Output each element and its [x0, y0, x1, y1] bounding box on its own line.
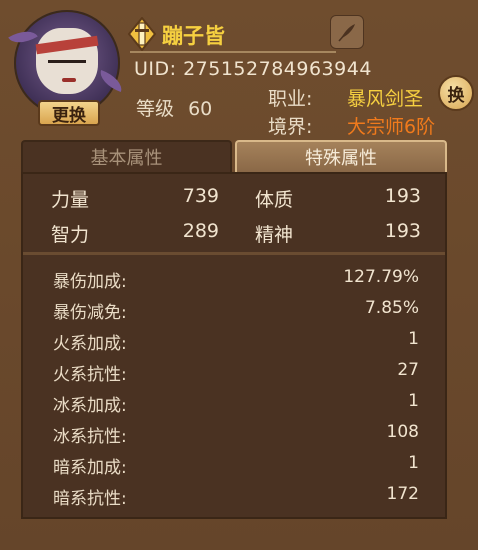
special-stat-value: 7.85% [364, 298, 419, 318]
swap-avatar-button[interactable]: 更换 [38, 100, 100, 126]
special-stat-label: 冰系加成: [53, 396, 127, 416]
special-stat-label: 火系抗性: [53, 365, 127, 385]
player-level: 等级 60 [136, 94, 212, 121]
core-stat-value: 739 [182, 185, 219, 207]
special-stat-value: 172 [386, 484, 419, 504]
player-name: 蹦子皆 [162, 24, 225, 48]
job-value: 暴风剑圣 [347, 88, 424, 110]
special-stat-label: 暴伤减免: [53, 303, 127, 323]
quill-icon [338, 24, 355, 42]
tab-special-attributes[interactable]: 特殊属性 [235, 140, 447, 172]
stats-divider [23, 252, 445, 255]
core-stat-label: 力量 [51, 189, 90, 211]
level-label: 等级 [136, 98, 175, 120]
realm-label: 境界: [268, 116, 313, 138]
change-job-button[interactable]: 换 [438, 75, 474, 111]
special-stat-label: 冰系抗性: [53, 427, 127, 447]
core-stat-value: 193 [384, 185, 421, 207]
name-divider [130, 51, 336, 53]
core-stat-value: 193 [384, 220, 421, 242]
core-stat-value: 289 [182, 220, 219, 242]
avatar-mouth [62, 78, 76, 82]
special-stat-value: 1 [408, 391, 419, 411]
job-label: 职业: [268, 88, 313, 110]
player-uid: UID: 275152784963944 [134, 58, 372, 80]
special-stat-label: 暗系抗性: [53, 489, 127, 509]
tab-basic-attributes[interactable]: 基本属性 [21, 140, 232, 172]
edit-name-button[interactable] [330, 15, 364, 49]
attributes-panel[interactable]: 力量 739 体质 193 智力 289 精神 193 暴伤加成: 127.79… [21, 172, 447, 519]
core-stat-label: 精神 [255, 224, 294, 246]
special-stat-label: 火系加成: [53, 334, 127, 354]
special-stat-value: 1 [408, 329, 419, 349]
special-stat-value: 27 [397, 360, 419, 380]
core-stat-label: 体质 [255, 189, 294, 211]
special-stat-value: 127.79% [343, 267, 419, 287]
special-stat-value: 108 [386, 422, 419, 442]
realm-value: 大宗师6阶 [347, 116, 436, 138]
level-value: 60 [188, 98, 213, 120]
avatar-eyes [48, 60, 86, 71]
core-stat-label: 智力 [51, 224, 90, 246]
special-stat-label: 暴伤加成: [53, 272, 127, 292]
special-stat-label: 暗系加成: [53, 458, 127, 478]
special-stat-value: 1 [408, 453, 419, 473]
sword-rank-icon [127, 17, 157, 51]
